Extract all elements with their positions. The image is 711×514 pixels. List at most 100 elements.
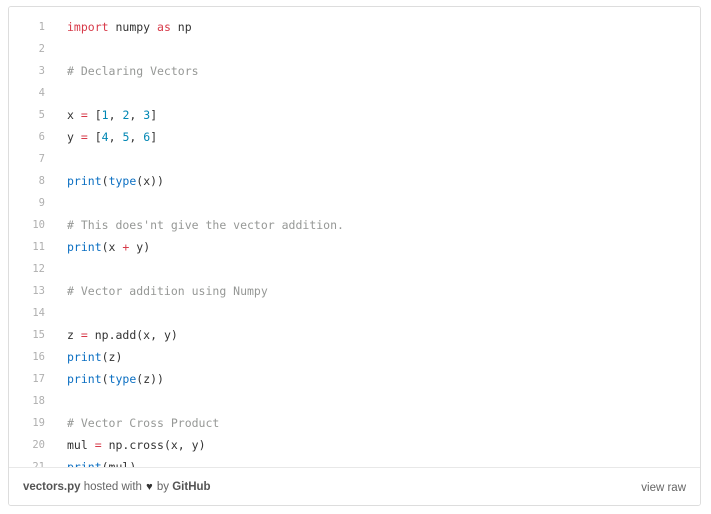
code-token-bi: print <box>67 240 102 254</box>
code-token-pl: ] <box>150 108 158 122</box>
line-content: ​ <box>55 148 700 170</box>
code-line: 2​ <box>9 38 700 60</box>
code-line: 15 z = np.add(x, y) <box>9 324 700 346</box>
code-token-num: 4 <box>101 130 109 144</box>
code-line: 6 y = [4, 5, 6] <box>9 126 700 148</box>
code-line: 5 x = [1, 2, 3] <box>9 104 700 126</box>
code-token-pl: , <box>129 108 144 122</box>
line-number: 1 <box>38 21 45 33</box>
code-token-cmt: # Vector Cross Product <box>67 416 220 430</box>
line-number: 9 <box>38 197 45 209</box>
line-number: 5 <box>38 109 45 121</box>
code-line: 13 # Vector addition using Numpy <box>9 280 700 302</box>
by-label: by <box>156 480 170 493</box>
line-content: # Vector addition using Numpy <box>55 280 700 302</box>
line-content: ​ <box>55 38 700 60</box>
line-number: 11 <box>32 241 45 253</box>
gist-footer-actions: view raw <box>641 478 686 496</box>
hosted-with-label: hosted with <box>83 480 142 493</box>
code-token-num: 1 <box>101 108 109 122</box>
code-token-op: = <box>80 130 88 144</box>
code-line: 3 # Declaring Vectors <box>9 60 700 82</box>
line-number: 19 <box>32 417 45 429</box>
code-token-cmt: # Vector addition using Numpy <box>67 284 268 298</box>
code-token-bi: type <box>108 372 137 386</box>
code-token-pl: (x)) <box>136 174 164 188</box>
code-token-cmt: # Declaring Vectors <box>67 64 199 78</box>
code-line: 1 import numpy as np <box>9 16 700 38</box>
code-token-pl: [ <box>87 130 102 144</box>
line-content: z = np.add(x, y) <box>55 324 700 346</box>
code-line: 4​ <box>9 82 700 104</box>
code-table-body: 1import numpy as np2​3# Declaring Vector… <box>9 16 700 478</box>
gist-filename-label: vectors.py <box>23 480 81 493</box>
code-block: 1import numpy as np2​3# Declaring Vector… <box>9 7 700 486</box>
line-number: 4 <box>38 87 45 99</box>
line-content: ​ <box>55 82 700 104</box>
line-content: ​ <box>55 302 700 324</box>
line-number: 17 <box>32 373 45 385</box>
line-content: ​ <box>55 258 700 280</box>
code-token-bi: print <box>67 372 102 386</box>
line-content: x = [1, 2, 3] <box>55 104 700 126</box>
view-raw-link[interactable]: view raw <box>641 482 686 494</box>
code-line: 12 ​ <box>9 258 700 280</box>
line-content: print(type(x)) <box>55 170 700 192</box>
line-content: print(x + y) <box>55 236 700 258</box>
github-label: GitHub <box>172 480 211 493</box>
line-content: ​ <box>55 390 700 412</box>
line-number: 13 <box>32 285 45 297</box>
line-number: 8 <box>38 175 45 187</box>
code-line: 10 # This does'nt give the vector additio… <box>9 214 700 236</box>
code-line: 14 ​ <box>9 302 700 324</box>
code-line: 19 # Vector Cross Product <box>9 412 700 434</box>
code-token-cmt: # This does'nt give the vector addition. <box>67 218 344 232</box>
code-line: 18 ​ <box>9 390 700 412</box>
code-token-pl: , <box>129 130 144 144</box>
line-content: y = [4, 5, 6] <box>55 126 700 148</box>
line-number: 18 <box>32 395 45 407</box>
code-line: 7​ <box>9 148 700 170</box>
line-content: # This does'nt give the vector addition. <box>55 214 700 236</box>
code-token-pl: y <box>67 130 81 144</box>
heart-icon: ♥ <box>146 480 153 493</box>
line-number: 2 <box>38 43 45 55</box>
gist-footer: vectors.py hosted with ♥ by GitHub view … <box>9 467 700 505</box>
code-token-pl: numpy <box>108 20 158 34</box>
code-token-pl: z <box>67 328 81 342</box>
gist-footer-attribution: vectors.py hosted with ♥ by GitHub <box>23 481 211 493</box>
code-line: 9​ <box>9 192 700 214</box>
code-token-bi: print <box>67 174 102 188</box>
line-content: print(z) <box>55 346 700 368</box>
code-token-pl: , <box>108 108 123 122</box>
code-token-pl: , <box>108 130 123 144</box>
line-number: 14 <box>32 307 45 319</box>
code-token-pl: y) <box>129 240 151 254</box>
line-number: 3 <box>38 65 45 77</box>
code-token-pl: ( <box>101 174 109 188</box>
line-number: 20 <box>32 439 45 451</box>
code-token-op: = <box>80 328 88 342</box>
code-line: 17 print(type(z)) <box>9 368 700 390</box>
code-token-kw: import <box>67 20 109 34</box>
code-token-pl: np <box>170 20 192 34</box>
code-token-pl: ( <box>101 372 109 386</box>
code-token-bi: type <box>108 174 137 188</box>
code-line: 16 print(z) <box>9 346 700 368</box>
code-line: 20 mul = np.cross(x, y) <box>9 434 700 456</box>
code-token-pl: ] <box>150 130 158 144</box>
line-content: # Vector Cross Product <box>55 412 700 434</box>
line-number: 7 <box>38 153 45 165</box>
code-token-pl: x <box>67 108 81 122</box>
gist-embed-container: 1import numpy as np2​3# Declaring Vector… <box>8 6 701 506</box>
code-line: 8 print(type(x)) <box>9 170 700 192</box>
line-number: 12 <box>32 263 45 275</box>
code-token-bi: print <box>67 350 102 364</box>
code-token-pl: np.cross(x, y) <box>101 438 206 452</box>
code-token-kw: as <box>157 20 171 34</box>
line-number: 15 <box>32 329 45 341</box>
code-token-pl: (z)) <box>136 372 164 386</box>
line-content: mul = np.cross(x, y) <box>55 434 700 456</box>
line-number: 16 <box>32 351 45 363</box>
line-number: 10 <box>32 219 45 231</box>
